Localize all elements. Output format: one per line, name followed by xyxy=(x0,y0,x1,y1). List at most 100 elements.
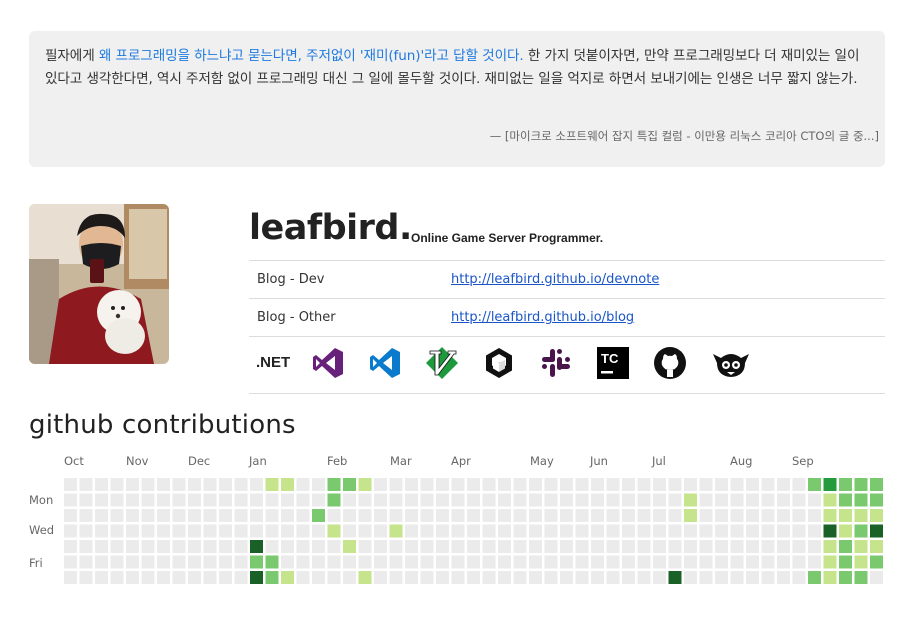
contribution-cell xyxy=(188,524,201,538)
contribution-cell xyxy=(110,524,124,538)
contribution-cell xyxy=(606,555,620,569)
contribution-cell xyxy=(761,493,775,507)
contribution-cell xyxy=(854,540,868,553)
contribution-cell xyxy=(467,571,480,584)
contribution-cell xyxy=(203,540,217,553)
contribution-cell xyxy=(870,540,883,553)
contribution-cell xyxy=(451,509,465,522)
contribution-cell xyxy=(141,478,155,491)
contribution-cell xyxy=(172,509,186,522)
contribution-cell xyxy=(436,555,449,569)
yeoman-icon xyxy=(713,354,749,377)
contribution-cell xyxy=(808,555,821,569)
contribution-cell xyxy=(343,493,356,507)
contribution-cell xyxy=(854,524,868,538)
contribution-cell xyxy=(79,478,93,491)
contribution-cell xyxy=(389,555,403,569)
contribution-cell xyxy=(668,478,682,491)
contribution-cell xyxy=(281,509,294,522)
contribution-cell xyxy=(637,478,651,491)
contribution-cell xyxy=(172,524,186,538)
contribution-cell xyxy=(575,571,589,584)
contribution-cell xyxy=(343,540,356,553)
contribution-cell xyxy=(250,478,263,491)
contribution-cell xyxy=(79,540,93,553)
contribution-cell xyxy=(839,509,852,522)
contribution-cell xyxy=(792,524,806,538)
contribution-cell xyxy=(451,524,465,538)
contribution-cell xyxy=(327,555,341,569)
contribution-cell xyxy=(157,509,170,522)
contribution-cell xyxy=(157,493,170,507)
contribution-cell xyxy=(870,524,883,538)
contribution-cell xyxy=(560,524,573,538)
contribution-cell xyxy=(839,571,852,584)
contribution-cell xyxy=(219,509,232,522)
quote-block: 필자에게 왜 프로그래밍을 하느냐고 묻는다면, 주저없이 '재미(fun)'라… xyxy=(29,31,885,167)
contribution-cell xyxy=(761,524,775,538)
contribution-cell xyxy=(482,571,496,584)
contribution-cell xyxy=(622,555,635,569)
contribution-cell xyxy=(746,555,759,569)
contribution-cell xyxy=(668,540,682,553)
contribution-cell xyxy=(420,478,434,491)
contribution-cell xyxy=(575,524,589,538)
contribution-cell xyxy=(374,493,387,507)
blog-other-link[interactable]: http://leafbird.github.io/blog xyxy=(451,310,634,325)
blog-dev-link[interactable]: http://leafbird.github.io/devnote xyxy=(451,272,659,287)
contribution-cell xyxy=(312,478,325,491)
contribution-cell xyxy=(684,493,697,507)
contribution-cell xyxy=(374,555,387,569)
contribution-cell xyxy=(281,478,294,491)
contribution-cell xyxy=(358,509,372,522)
contribution-cell xyxy=(668,555,682,569)
contribution-cell xyxy=(575,555,589,569)
contribution-cell xyxy=(219,524,232,538)
contribution-cell xyxy=(560,509,573,522)
contribution-cell xyxy=(730,555,744,569)
contribution-cell xyxy=(746,509,759,522)
contribution-cell xyxy=(529,509,542,522)
contribution-cell xyxy=(436,509,449,522)
contribution-cell xyxy=(420,524,434,538)
contribution-cell xyxy=(110,571,124,584)
contribution-cell xyxy=(560,555,573,569)
contribution-cell xyxy=(126,540,139,553)
contribution-cell xyxy=(141,509,155,522)
contribution-cell xyxy=(110,478,124,491)
contribution-cell xyxy=(296,509,310,522)
contribution-cell xyxy=(591,478,604,491)
contribution-cell xyxy=(544,509,558,522)
contribution-cell xyxy=(808,493,821,507)
contribution-cell xyxy=(95,555,108,569)
contribution-cell xyxy=(79,555,93,569)
contribution-cell xyxy=(715,540,728,553)
contribution-cell xyxy=(513,555,527,569)
contribution-cell xyxy=(544,571,558,584)
contribution-cell xyxy=(498,478,511,491)
contribution-cell xyxy=(560,478,573,491)
contribution-cell xyxy=(420,571,434,584)
contribution-cell xyxy=(637,509,651,522)
contribution-cell xyxy=(684,509,697,522)
contribution-cell xyxy=(746,540,759,553)
github-contributions-title: github contributions xyxy=(29,410,296,440)
contribution-cell xyxy=(715,555,728,569)
contribution-cell xyxy=(312,540,325,553)
contribution-cell xyxy=(172,493,186,507)
contribution-cell xyxy=(203,524,217,538)
contribution-cell xyxy=(606,524,620,538)
contribution-cell xyxy=(544,493,558,507)
contribution-cell xyxy=(715,493,728,507)
contribution-cell xyxy=(389,571,403,584)
contribution-cell xyxy=(777,540,790,553)
contribution-cell xyxy=(110,509,124,522)
contribution-cell xyxy=(327,571,341,584)
contribution-cell xyxy=(808,540,821,553)
contribution-cell xyxy=(436,571,449,584)
contribution-cell xyxy=(637,493,651,507)
contribution-cell xyxy=(839,493,852,507)
contribution-cell xyxy=(498,571,511,584)
contribution-cell xyxy=(141,555,155,569)
contribution-cell xyxy=(451,571,465,584)
